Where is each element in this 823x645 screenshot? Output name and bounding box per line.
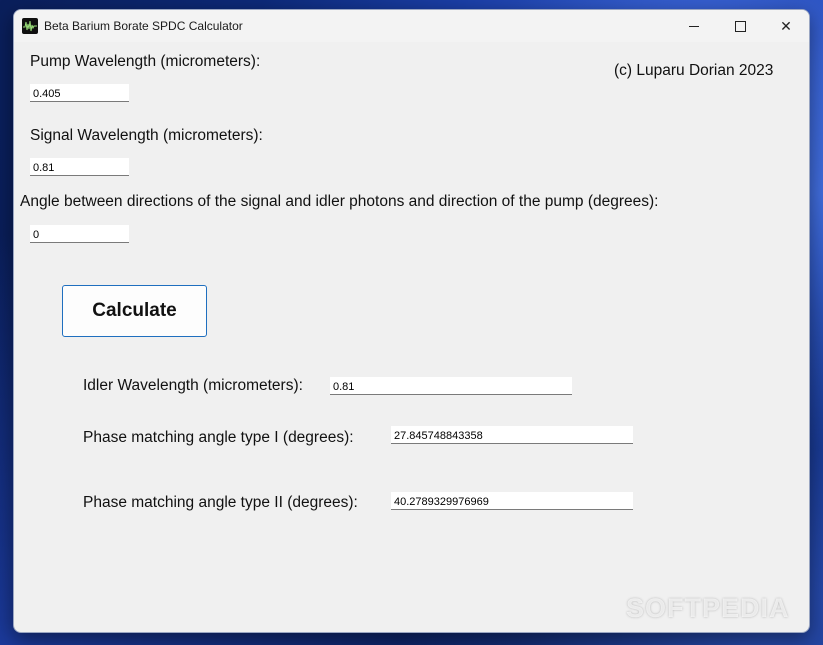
phase-type1-output[interactable] xyxy=(391,426,633,444)
phase-type2-output[interactable] xyxy=(391,492,633,510)
softpedia-watermark: SOFTPEDIA xyxy=(626,593,790,623)
phase-type1-label: Phase matching angle type I (degrees): xyxy=(83,429,354,446)
copyright-label: (c) Luparu Dorian 2023 xyxy=(614,62,774,79)
angle-label: Angle between directions of the signal a… xyxy=(20,193,659,210)
title-bar[interactable]: Beta Barium Borate SPDC Calculator ✕ xyxy=(14,10,809,42)
idler-wavelength-label: Idler Wavelength (micrometers): xyxy=(83,377,303,394)
pump-wavelength-label: Pump Wavelength (micrometers): xyxy=(30,53,261,70)
close-button[interactable]: ✕ xyxy=(763,10,809,42)
minimize-button[interactable] xyxy=(671,10,717,42)
signal-wavelength-input[interactable] xyxy=(30,158,129,176)
signal-wavelength-label: Signal Wavelength (micrometers): xyxy=(30,127,263,144)
waveform-icon xyxy=(23,20,37,32)
app-icon xyxy=(22,18,38,34)
idler-wavelength-output[interactable] xyxy=(330,377,572,395)
phase-type2-label: Phase matching angle type II (degrees): xyxy=(83,494,358,511)
calculate-button[interactable]: Calculate xyxy=(62,285,207,337)
angle-input[interactable] xyxy=(30,225,129,243)
close-icon: ✕ xyxy=(780,17,792,34)
maximize-button[interactable] xyxy=(717,10,763,42)
window-title: Beta Barium Borate SPDC Calculator xyxy=(44,19,243,33)
minimize-icon xyxy=(689,25,699,27)
pump-wavelength-input[interactable] xyxy=(30,84,129,102)
maximize-icon xyxy=(734,20,746,32)
app-window: Beta Barium Borate SPDC Calculator ✕ Pum… xyxy=(13,9,810,633)
